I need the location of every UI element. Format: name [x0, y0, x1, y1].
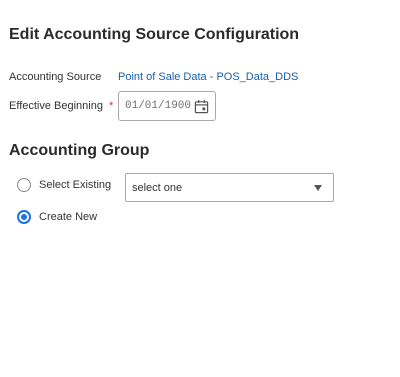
select-existing-radio[interactable] [17, 178, 31, 192]
accounting-source-link[interactable]: Point of Sale Data - POS_Data_DDS [118, 71, 298, 83]
accounting-group-title: Accounting Group [9, 142, 150, 159]
accounting-source-label: Accounting Source [9, 71, 102, 83]
chevron-down-icon [314, 185, 322, 191]
effective-beginning-label: Effective Beginning * [9, 100, 113, 112]
create-new-option[interactable]: Create New [17, 209, 97, 225]
page-title: Edit Accounting Source Configuration [9, 26, 300, 43]
create-new-radio[interactable] [17, 210, 31, 224]
accounting-group-select-value: select one [132, 181, 183, 194]
calendar-icon[interactable] [194, 99, 209, 114]
select-existing-option[interactable]: Select Existing [17, 177, 111, 193]
effective-beginning-label-text: Effective Beginning [9, 100, 103, 112]
effective-beginning-field [118, 91, 216, 121]
accounting-group-select[interactable]: select one [125, 173, 334, 202]
select-existing-label: Select Existing [39, 179, 112, 191]
create-new-label: Create New [39, 211, 98, 223]
required-marker: * [108, 100, 114, 112]
effective-beginning-input[interactable] [125, 100, 191, 112]
